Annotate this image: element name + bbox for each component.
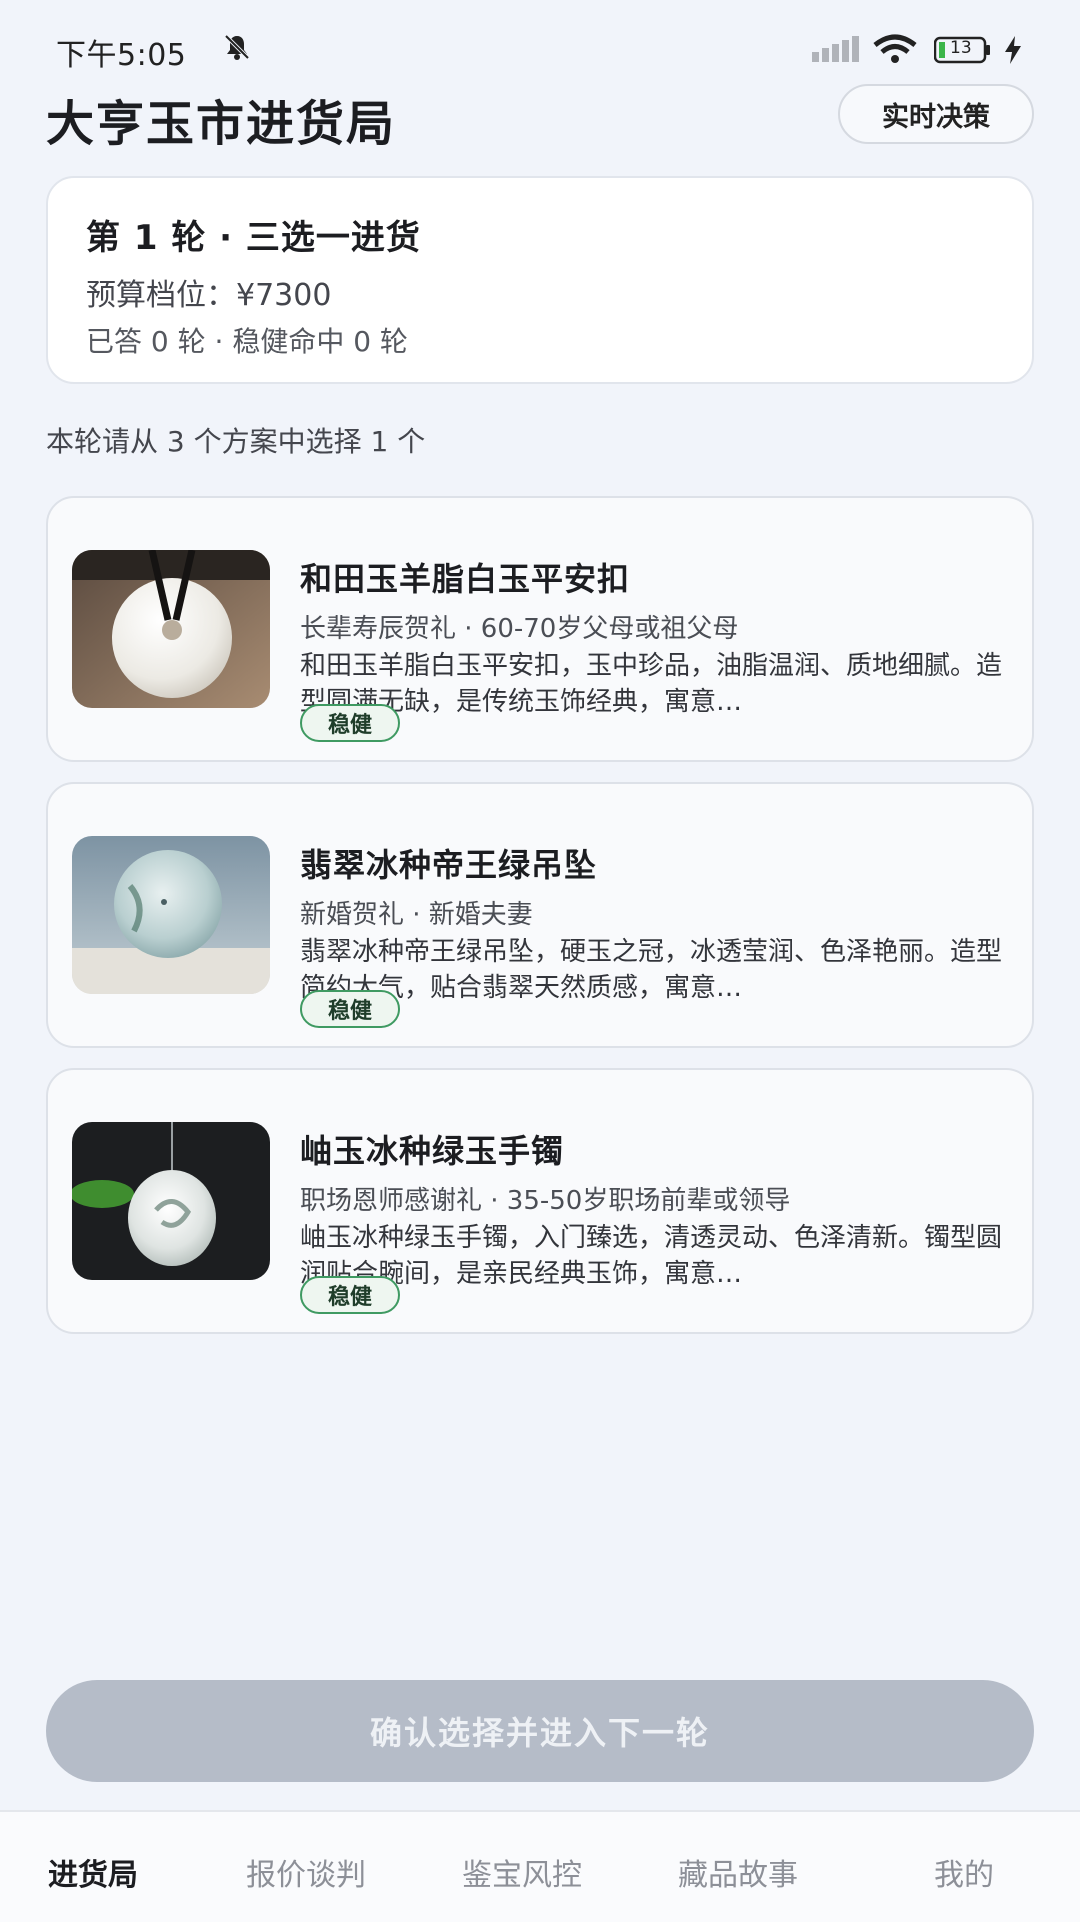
option-card[interactable]: 翡翠冰种帝王绿吊坠 新婚贺礼 · 新婚夫妻 翡翠冰种帝王绿吊坠，硬玉之冠，冰透莹…	[46, 782, 1034, 1048]
selection-hint: 本轮请从 3 个方案中选择 1 个	[46, 425, 426, 458]
risk-badge: 稳健	[300, 704, 400, 742]
nav-item-negotiation[interactable]: 报价谈判	[246, 1850, 366, 1894]
status-time: 下午5:05	[56, 38, 187, 73]
nav-item-purchase[interactable]: 进货局	[48, 1850, 138, 1894]
jadeite-pendant-image	[72, 836, 270, 994]
risk-badge: 稳健	[300, 1276, 400, 1314]
option-name: 和田玉羊脂白玉平安扣	[300, 560, 631, 598]
option-name: 翡翠冰种帝王绿吊坠	[300, 846, 598, 884]
option-meta: 职场恩师感谢礼 · 35-50岁职场前辈或领导	[300, 1186, 791, 1216]
option-description: 和田玉羊脂白玉平安扣，玉中珍品，油脂温润、质地细腻。造型圆满无缺，是传统玉饰经典…	[300, 651, 1003, 717]
nav-item-appraisal[interactable]: 鉴宝风控	[462, 1850, 582, 1894]
mute-bell-icon	[224, 34, 250, 60]
nav-item-mine[interactable]: 我的	[934, 1850, 994, 1894]
battery-level: 13	[950, 38, 972, 58]
risk-badge: 稳健	[300, 990, 400, 1028]
option-card[interactable]: 和田玉羊脂白玉平安扣 长辈寿辰贺礼 · 60-70岁父母或祖父母 和田玉羊脂白玉…	[46, 496, 1034, 762]
option-name: 岫玉冰种绿玉手镯	[300, 1132, 565, 1170]
bottom-nav: 进货局 报价谈判 鉴宝风控 藏品故事 我的	[0, 1810, 1080, 1922]
white-jade-pendant-image	[72, 550, 270, 708]
round-stats: 已答 0 轮 · 稳健命中 0 轮	[86, 325, 408, 358]
round-title: 第 1 轮 · 三选一进货	[86, 218, 421, 258]
option-meta: 新婚贺礼 · 新婚夫妻	[300, 900, 533, 930]
page-title: 大亨玉市进货局	[46, 96, 397, 152]
charging-icon	[1005, 36, 1021, 64]
option-description: 岫玉冰种绿玉手镯，入门臻选，清透灵动、色泽清新。镯型圆润贴合腕间，是亲民经典玉饰…	[300, 1223, 1003, 1289]
signal-icon	[812, 36, 859, 62]
option-meta: 长辈寿辰贺礼 · 60-70岁父母或祖父母	[300, 614, 739, 644]
confirm-next-round-button[interactable]: 确认选择并进入下一轮	[46, 1680, 1034, 1782]
nav-item-stories[interactable]: 藏品故事	[678, 1850, 798, 1894]
option-description: 翡翠冰种帝王绿吊坠，硬玉之冠，冰透莹润、色泽艳丽。造型简约大气，贴合翡翠天然质感…	[300, 937, 1003, 1003]
round-budget: 预算档位：¥7300	[86, 278, 332, 313]
option-card[interactable]: 岫玉冰种绿玉手镯 职场恩师感谢礼 · 35-50岁职场前辈或领导 岫玉冰种绿玉手…	[46, 1068, 1034, 1334]
jade-carving-image	[72, 1122, 270, 1280]
round-info-card: 第 1 轮 · 三选一进货 预算档位：¥7300 已答 0 轮 · 稳健命中 0…	[46, 176, 1034, 384]
wifi-icon	[873, 34, 917, 63]
battery-icon: 13	[933, 36, 992, 64]
realtime-decision-button[interactable]: 实时决策	[838, 84, 1034, 144]
